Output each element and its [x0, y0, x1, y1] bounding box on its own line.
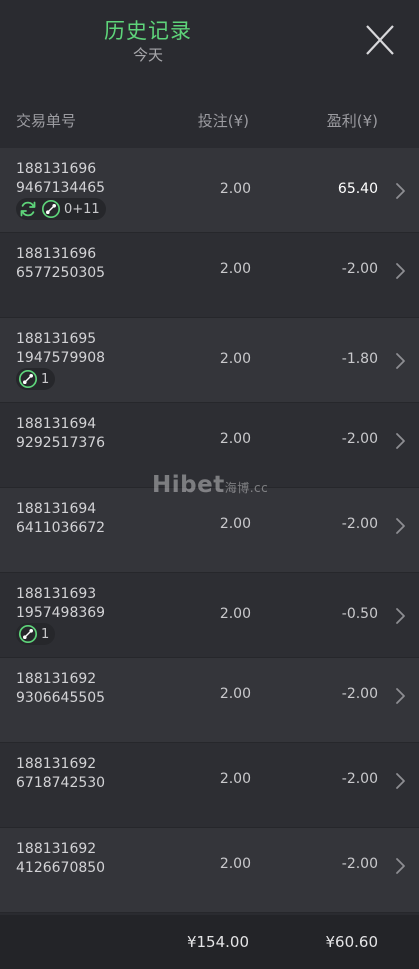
- bet-profit: -2.00: [341, 856, 378, 872]
- bet-stake: 2.00: [219, 351, 251, 367]
- chevron-right-icon[interactable]: [394, 857, 406, 875]
- bet-row[interactable]: 188131696 9467134465 0+11 2.00 65.40: [0, 148, 419, 233]
- bet-id: 188131693 1957498369: [16, 585, 105, 623]
- column-header-bet-id: 交易单号: [16, 112, 77, 130]
- bet-stake: 2.00: [219, 606, 251, 622]
- bet-id: 188131692 6718742530: [16, 755, 105, 793]
- bet-id-line1: 188131696: [16, 246, 97, 262]
- bet-history-list: 188131696 9467134465 0+11 2.00 65.40 18813169…: [0, 148, 419, 913]
- date-filter-label[interactable]: 今天: [0, 44, 296, 65]
- bet-id-line1: 188131692: [16, 671, 97, 687]
- bet-stake: 2.00: [219, 516, 251, 532]
- bet-row[interactable]: 188131695 1947579908 1 2.00 -1.80: [0, 318, 419, 403]
- bet-stake: 2.00: [219, 431, 251, 447]
- chevron-right-icon[interactable]: [394, 607, 406, 625]
- bet-id-line2: 6577250305: [16, 265, 106, 281]
- bet-profit: -2.00: [341, 261, 378, 277]
- parlay-icon: [18, 624, 38, 644]
- bet-id-line1: 188131692: [16, 756, 97, 772]
- bet-id-line2: 6718742530: [16, 775, 106, 791]
- watermark-brand: Hibet: [152, 472, 225, 498]
- bet-profit: -2.00: [341, 516, 378, 532]
- bet-tags: 1: [16, 623, 56, 645]
- parlay-icon: [41, 199, 61, 219]
- total-profit: ¥60.60: [325, 933, 379, 951]
- close-button[interactable]: [360, 22, 400, 58]
- bet-id-line2: 6411036672: [16, 520, 106, 536]
- watermark-cn: 海博: [224, 481, 250, 495]
- bet-id: 188131695 1947579908: [16, 330, 105, 368]
- page-title: 历史记录: [104, 19, 192, 43]
- totals-bar: ¥154.00 ¥60.60: [0, 915, 419, 969]
- bet-id: 188131692 4126670850: [16, 840, 105, 878]
- chevron-right-icon[interactable]: [394, 262, 406, 280]
- column-header-stake: 投注(¥): [197, 112, 249, 130]
- bet-tag-count: 0+11: [64, 201, 100, 217]
- bet-id-line1: 188131693: [16, 586, 97, 602]
- bet-profit: -2.00: [341, 686, 378, 702]
- bet-stake: 2.00: [219, 181, 251, 197]
- column-header-row: 交易单号 投注(¥) 盈利(¥): [0, 88, 419, 148]
- bet-id: 188131692 9306645505: [16, 670, 105, 708]
- bet-stake: 2.00: [219, 856, 251, 872]
- bet-id-line1: 188131694: [16, 416, 97, 432]
- bet-profit: 65.40: [337, 181, 378, 197]
- bet-profit: -1.80: [341, 351, 378, 367]
- chevron-right-icon[interactable]: [394, 432, 406, 450]
- refresh-icon: [18, 199, 38, 219]
- bet-profit: -0.50: [341, 606, 378, 622]
- parlay-icon: [18, 369, 38, 389]
- bet-tag-count: 1: [41, 626, 50, 642]
- bet-row[interactable]: 188131692 9306645505 2.00 -2.00: [0, 658, 419, 743]
- bet-id-line2: 4126670850: [16, 860, 106, 876]
- bet-row[interactable]: 188131692 4126670850 2.00 -2.00: [0, 828, 419, 913]
- bet-row[interactable]: 188131694 6411036672 2.00 -2.00: [0, 488, 419, 573]
- bet-tag-count: 1: [41, 371, 50, 387]
- bet-id-line1: 188131694: [16, 501, 97, 517]
- bet-row[interactable]: 188131693 1957498369 1 2.00 -0.50: [0, 573, 419, 658]
- bet-stake: 2.00: [219, 686, 251, 702]
- bet-row[interactable]: 188131692 6718742530 2.00 -2.00: [0, 743, 419, 828]
- close-icon: [366, 25, 394, 55]
- bet-stake: 2.00: [219, 771, 251, 787]
- chevron-right-icon[interactable]: [394, 772, 406, 790]
- chevron-right-icon[interactable]: [394, 182, 406, 200]
- bet-id-line1: 188131695: [16, 331, 97, 347]
- column-header-profit: 盈利(¥): [326, 112, 378, 130]
- bet-profit: -2.00: [341, 771, 378, 787]
- bet-id-line2: 9306645505: [16, 690, 106, 706]
- bet-id-line2: 9292517376: [16, 435, 106, 451]
- bet-id: 188131694 9292517376: [16, 415, 105, 453]
- bet-tags: 1: [16, 368, 56, 390]
- bet-id: 188131696 6577250305: [16, 245, 105, 283]
- watermark-logo: Hibet海博.cc: [152, 472, 268, 498]
- chevron-right-icon[interactable]: [394, 517, 406, 535]
- bet-id-line1: 188131692: [16, 841, 97, 857]
- watermark-suffix: .cc: [249, 481, 269, 495]
- bet-profit: -2.00: [341, 431, 378, 447]
- bet-row[interactable]: 188131696 6577250305 2.00 -2.00: [0, 233, 419, 318]
- bet-id-line2: 1947579908: [16, 350, 106, 366]
- header-bar: 历史记录 今天: [0, 0, 419, 88]
- chevron-right-icon[interactable]: [394, 687, 406, 705]
- bet-id-line2: 9467134465: [16, 180, 106, 196]
- bet-id: 188131696 9467134465: [16, 160, 105, 198]
- bet-stake: 2.00: [219, 261, 251, 277]
- total-stake: ¥154.00: [186, 933, 249, 951]
- bet-id-line1: 188131696: [16, 161, 97, 177]
- bet-id-line2: 1957498369: [16, 605, 106, 621]
- bet-tags: 0+11: [16, 198, 106, 220]
- chevron-right-icon[interactable]: [394, 352, 406, 370]
- bet-id: 188131694 6411036672: [16, 500, 105, 538]
